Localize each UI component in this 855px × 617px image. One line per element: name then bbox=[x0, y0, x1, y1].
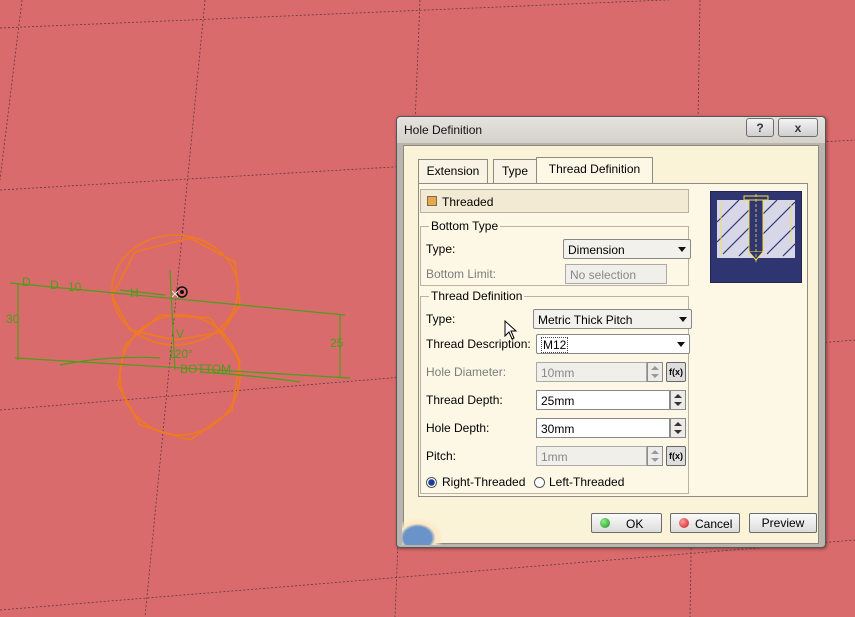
ok-label: OK bbox=[626, 517, 644, 531]
dim-label-d2: D bbox=[50, 278, 59, 292]
threaded-checkbox-row[interactable]: Threaded bbox=[420, 189, 689, 213]
cancel-button[interactable]: Cancel bbox=[670, 513, 740, 533]
dim-label-bottom: BOTTOM bbox=[180, 362, 231, 376]
thread-depth-label: Thread Depth: bbox=[426, 393, 503, 407]
dialog-client: Extension Type Thread Definition Threade… bbox=[402, 145, 819, 545]
pitch-field[interactable]: 1mm bbox=[536, 446, 647, 466]
dialog-title: Hole Definition bbox=[404, 123, 483, 137]
formula-icon[interactable]: f(x) bbox=[666, 362, 686, 382]
help-button[interactable]: ? bbox=[746, 118, 774, 137]
dim-label-d1: D bbox=[22, 275, 31, 289]
thread-depth-value: 25mm bbox=[541, 394, 575, 408]
dim-label-angle: 120° bbox=[168, 347, 193, 361]
preview-button[interactable]: Preview bbox=[749, 513, 817, 533]
thread-description-combo[interactable]: M12 bbox=[536, 334, 690, 354]
thread-description-value: M12 bbox=[541, 337, 569, 353]
threaded-checkbox[interactable] bbox=[427, 196, 437, 206]
thread-definition-title: Thread Definition bbox=[429, 289, 525, 303]
thread-type-value: Metric Thick Pitch bbox=[538, 313, 633, 327]
tab-extension[interactable]: Extension bbox=[418, 159, 488, 183]
mouse-pointer-icon bbox=[504, 320, 518, 340]
pitch-spinner[interactable] bbox=[647, 446, 663, 466]
hole-depth-label: Hole Depth: bbox=[426, 421, 490, 435]
right-threaded-radio[interactable] bbox=[426, 477, 437, 488]
dim-label-10: 10 bbox=[68, 280, 82, 294]
thread-type-label: Type: bbox=[426, 312, 456, 326]
thread-depth-field[interactable]: 25mm bbox=[536, 390, 670, 410]
hole-diameter-value: 10mm bbox=[541, 366, 575, 380]
dim-label-v: V bbox=[176, 327, 184, 341]
hole-diameter-label: Hole Diameter: bbox=[426, 365, 507, 379]
sketch-center-point bbox=[171, 286, 188, 298]
hole-definition-dialog: Hole Definition ? x Extension Type Threa… bbox=[396, 116, 826, 548]
catia-globe-icon bbox=[402, 509, 454, 545]
hole-depth-spinner[interactable] bbox=[670, 418, 686, 438]
right-threaded-label: Right-Threaded bbox=[442, 475, 526, 489]
bottom-type-value: Dimension bbox=[568, 243, 625, 257]
cancel-label: Cancel bbox=[695, 517, 733, 531]
chevron-down-icon bbox=[679, 317, 687, 322]
bottom-type-group: Bottom Type Type: Dimension Bottom Limit… bbox=[420, 219, 691, 286]
pitch-value: 1mm bbox=[541, 450, 568, 464]
thread-type-combo[interactable]: Metric Thick Pitch bbox=[533, 309, 692, 329]
cancel-icon bbox=[679, 518, 689, 528]
hole-diameter-field[interactable]: 10mm bbox=[536, 362, 647, 382]
pitch-label: Pitch: bbox=[426, 449, 457, 463]
left-threaded-radio[interactable] bbox=[534, 477, 545, 488]
ok-icon bbox=[600, 518, 610, 528]
dim-label-30: 30 bbox=[6, 312, 20, 326]
bottom-type-label: Type: bbox=[426, 242, 456, 256]
bottom-limit-field[interactable]: No selection bbox=[565, 264, 667, 284]
close-button[interactable]: x bbox=[778, 118, 818, 137]
dim-label-h: H bbox=[130, 286, 139, 300]
tab-type[interactable]: Type bbox=[493, 159, 537, 183]
formula-icon[interactable]: f(x) bbox=[666, 446, 686, 466]
hole-depth-field[interactable]: 30mm bbox=[536, 418, 670, 438]
hole-preview-image bbox=[710, 191, 802, 283]
bottom-limit-value: No selection bbox=[570, 268, 637, 282]
bottom-limit-label: Bottom Limit: bbox=[426, 267, 497, 281]
hole-depth-value: 30mm bbox=[541, 422, 575, 436]
dialog-titlebar[interactable]: Hole Definition ? x bbox=[397, 117, 825, 143]
thread-depth-spinner[interactable] bbox=[670, 390, 686, 410]
tab-thread-definition[interactable]: Thread Definition bbox=[536, 157, 653, 183]
bottom-type-combo[interactable]: Dimension bbox=[563, 239, 691, 259]
left-threaded-label: Left-Threaded bbox=[549, 475, 625, 489]
chevron-down-icon bbox=[677, 342, 685, 347]
dim-label-25: 25 bbox=[330, 336, 344, 350]
thread-definition-group: Thread Definition Type: Metric Thick Pit… bbox=[420, 289, 692, 494]
chevron-down-icon bbox=[678, 247, 686, 252]
threaded-label: Threaded bbox=[442, 195, 494, 209]
bottom-type-title: Bottom Type bbox=[429, 219, 501, 233]
ok-button[interactable]: OK bbox=[591, 513, 662, 533]
hole-diameter-spinner[interactable] bbox=[647, 362, 663, 382]
